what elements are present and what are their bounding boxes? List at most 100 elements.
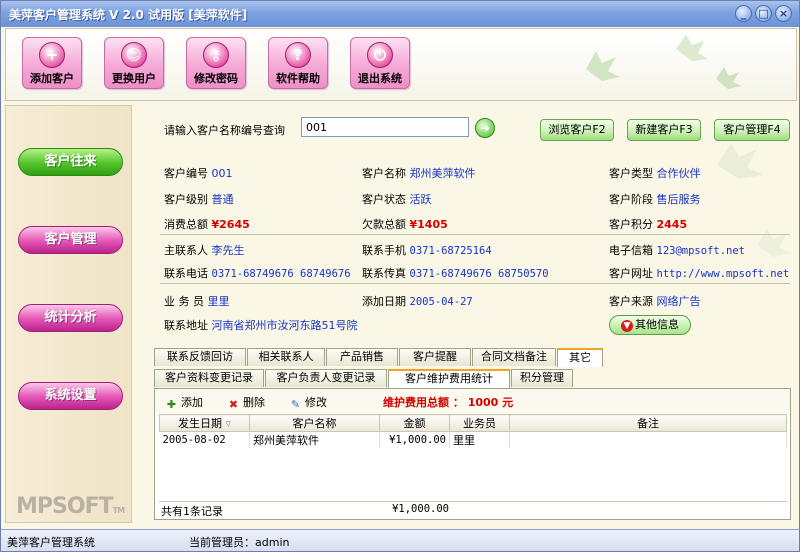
phone-value: 0371-68749676 68749676 [211, 268, 351, 280]
tab-reminders[interactable]: 客户提醒 [399, 348, 471, 366]
address-label: 联系地址 [164, 319, 208, 332]
action-bar: ✚ 添加 ✖ 删除 ✎ 修改 维护费用总额 ： 1000 元 [155, 389, 790, 413]
tab-feedback[interactable]: 联系反馈回访 [154, 348, 246, 366]
app-window: 美萍客户管理系统 V 2.0 试用版 [美萍软件] _ □ × + 添加客户 ☺… [0, 0, 800, 552]
add-record-button[interactable]: ✚ 添加 [165, 394, 203, 411]
customer-stage-value: 售后服务 [656, 193, 701, 206]
nav-customer-management[interactable]: 客户管理 [18, 226, 123, 254]
status-bar: 美萍客户管理系统 当前管理员：admin [1, 529, 799, 551]
switch-user-button[interactable]: ☺ 更换用户 [104, 37, 164, 89]
main-toolbar: + 添加客户 ☺ 更换用户 ⚷ 修改密码 ? 软件帮助 ⏻ 退出系统 [5, 28, 797, 101]
customer-type-label: 客户类型 [609, 167, 653, 180]
key-icon: ⚷ [203, 42, 229, 68]
main-tabs: 联系反馈回访 相关联系人 产品销售 客户提醒 合同文档备注 其它 [154, 348, 791, 367]
total-owed-label: 欠款总额 [362, 218, 406, 231]
tab-contract-docs[interactable]: 合同文档备注 [472, 348, 556, 366]
customer-name-label: 客户名称 [362, 167, 406, 180]
record-count: 共有1条记录 [161, 505, 223, 518]
customer-name-value: 郑州美萍软件 [409, 167, 476, 180]
search-label: 请输入客户名称编号查询 [164, 124, 285, 137]
customer-status-value: 活跃 [409, 193, 432, 206]
mpsoft-logo: MPSOFTTM [16, 494, 125, 519]
salesman-value: 里里 [207, 295, 230, 308]
customer-level-label: 客户级别 [164, 193, 208, 206]
minimize-button[interactable]: _ [735, 5, 752, 22]
switch-user-label: 更换用户 [112, 72, 156, 85]
main-contact-label: 主联系人 [164, 244, 208, 257]
source-value: 网络广告 [656, 295, 701, 308]
close-button[interactable]: × [775, 5, 792, 22]
tab-related-contacts[interactable]: 相关联系人 [247, 348, 325, 366]
phone-label: 联系电话 [164, 267, 208, 280]
search-go-button[interactable]: ➜ [475, 118, 495, 138]
add-customer-button[interactable]: + 添加客户 [22, 37, 82, 89]
tab-profile-changes[interactable]: 客户资料变更记录 [154, 369, 264, 387]
sort-icon: ▿ [225, 417, 232, 430]
cell-date: 2005-08-02 [159, 431, 250, 448]
col-salesman[interactable]: 业务员 [449, 414, 510, 432]
tab-other[interactable]: 其它 [557, 348, 603, 367]
nav-statistics[interactable]: 统计分析 [18, 304, 123, 332]
tab-product-sales[interactable]: 产品销售 [326, 348, 398, 366]
divider [160, 283, 790, 284]
left-sidebar: 客户往来 客户管理 统计分析 系统设置 MPSOFTTM [5, 105, 132, 523]
customer-level-value: 普通 [211, 193, 234, 206]
tab-points[interactable]: 积分管理 [511, 369, 573, 387]
email-label: 电子信箱 [609, 244, 653, 257]
nav-customer-contacts[interactable]: 客户往来 [18, 148, 123, 176]
customer-status-label: 客户状态 [362, 193, 406, 206]
down-arrow-icon: ▼ [621, 320, 633, 332]
edit-icon: ✎ [290, 398, 301, 411]
help-button[interactable]: ? 软件帮助 [268, 37, 328, 89]
website-value[interactable]: http://www.mpsoft.net [657, 268, 790, 280]
customer-points-value: 2445 [656, 218, 688, 231]
website-label: 客户网址 [609, 267, 653, 280]
source-label: 客户来源 [609, 295, 653, 308]
main-contact-value: 李先生 [211, 244, 245, 257]
customer-id-label: 客户编号 [164, 167, 208, 180]
other-info-button[interactable]: ▼ 其他信息 [609, 315, 691, 335]
col-customer[interactable]: 客户名称 [249, 414, 380, 432]
fax-label: 联系传真 [362, 267, 406, 280]
maintenance-total: 维护费用总额 ： 1000 元 [383, 396, 514, 409]
add-customer-label: 添加客户 [30, 72, 74, 85]
delete-record-button[interactable]: ✖ 删除 [227, 394, 265, 411]
sub-tabs: 客户资料变更记录 客户负责人变更记录 客户维护费用统计 积分管理 [154, 369, 791, 388]
customer-stage-label: 客户阶段 [609, 193, 653, 206]
status-admin: 当前管理员：admin [189, 536, 290, 549]
new-customer-button[interactable]: 新建客户F3 [627, 119, 701, 141]
customer-search-input[interactable] [301, 117, 469, 137]
exit-label: 退出系统 [358, 72, 402, 85]
added-date-value: 2005-04-27 [409, 296, 473, 308]
cell-customer: 郑州美萍软件 [249, 431, 380, 448]
tab-owner-changes[interactable]: 客户负责人变更记录 [265, 369, 387, 387]
col-amount[interactable]: 金额 [379, 414, 450, 432]
exit-button[interactable]: ⏻ 退出系统 [350, 37, 410, 89]
status-app-name: 美萍客户管理系统 [7, 536, 95, 549]
sum-amount: ¥1,000.00 [392, 503, 449, 515]
leaf-decoration [586, 35, 742, 89]
nav-system-settings[interactable]: 系统设置 [18, 382, 123, 410]
col-date[interactable]: 发生日期 ▿ [159, 414, 250, 432]
table-row[interactable]: 2005-08-02 郑州美萍软件 ¥1,000.00 里里 [159, 431, 787, 448]
customer-detail-panel: 请输入客户名称编号查询 ➜ 浏览客户F2 新建客户F3 客户管理F4 客户编号 … [138, 105, 797, 523]
salesman-label: 业 务 员 [164, 295, 204, 308]
change-password-button[interactable]: ⚷ 修改密码 [186, 37, 246, 89]
title-bar[interactable]: 美萍客户管理系统 V 2.0 试用版 [美萍软件] _ □ × [1, 1, 799, 27]
change-password-label: 修改密码 [194, 72, 238, 85]
customer-manage-button[interactable]: 客户管理F4 [714, 119, 790, 141]
customer-id-value: 001 [211, 167, 233, 180]
edit-record-button[interactable]: ✎ 修改 [289, 394, 327, 411]
cell-amount: ¥1,000.00 [379, 431, 450, 448]
delete-icon: ✖ [228, 398, 239, 411]
browse-customer-button[interactable]: 浏览客户F2 [540, 119, 614, 141]
tab-maintenance-costs[interactable]: 客户维护费用统计 [388, 369, 510, 388]
col-note[interactable]: 备注 [509, 414, 787, 432]
fax-value: 0371-68749676 68750570 [409, 268, 549, 280]
help-label: 软件帮助 [276, 72, 320, 85]
help-icon: ? [285, 42, 311, 68]
total-owed-value: ¥1405 [409, 218, 448, 231]
mobile-label: 联系手机 [362, 244, 406, 257]
maximize-button[interactable]: □ [755, 5, 772, 22]
customer-points-label: 客户积分 [609, 218, 653, 231]
